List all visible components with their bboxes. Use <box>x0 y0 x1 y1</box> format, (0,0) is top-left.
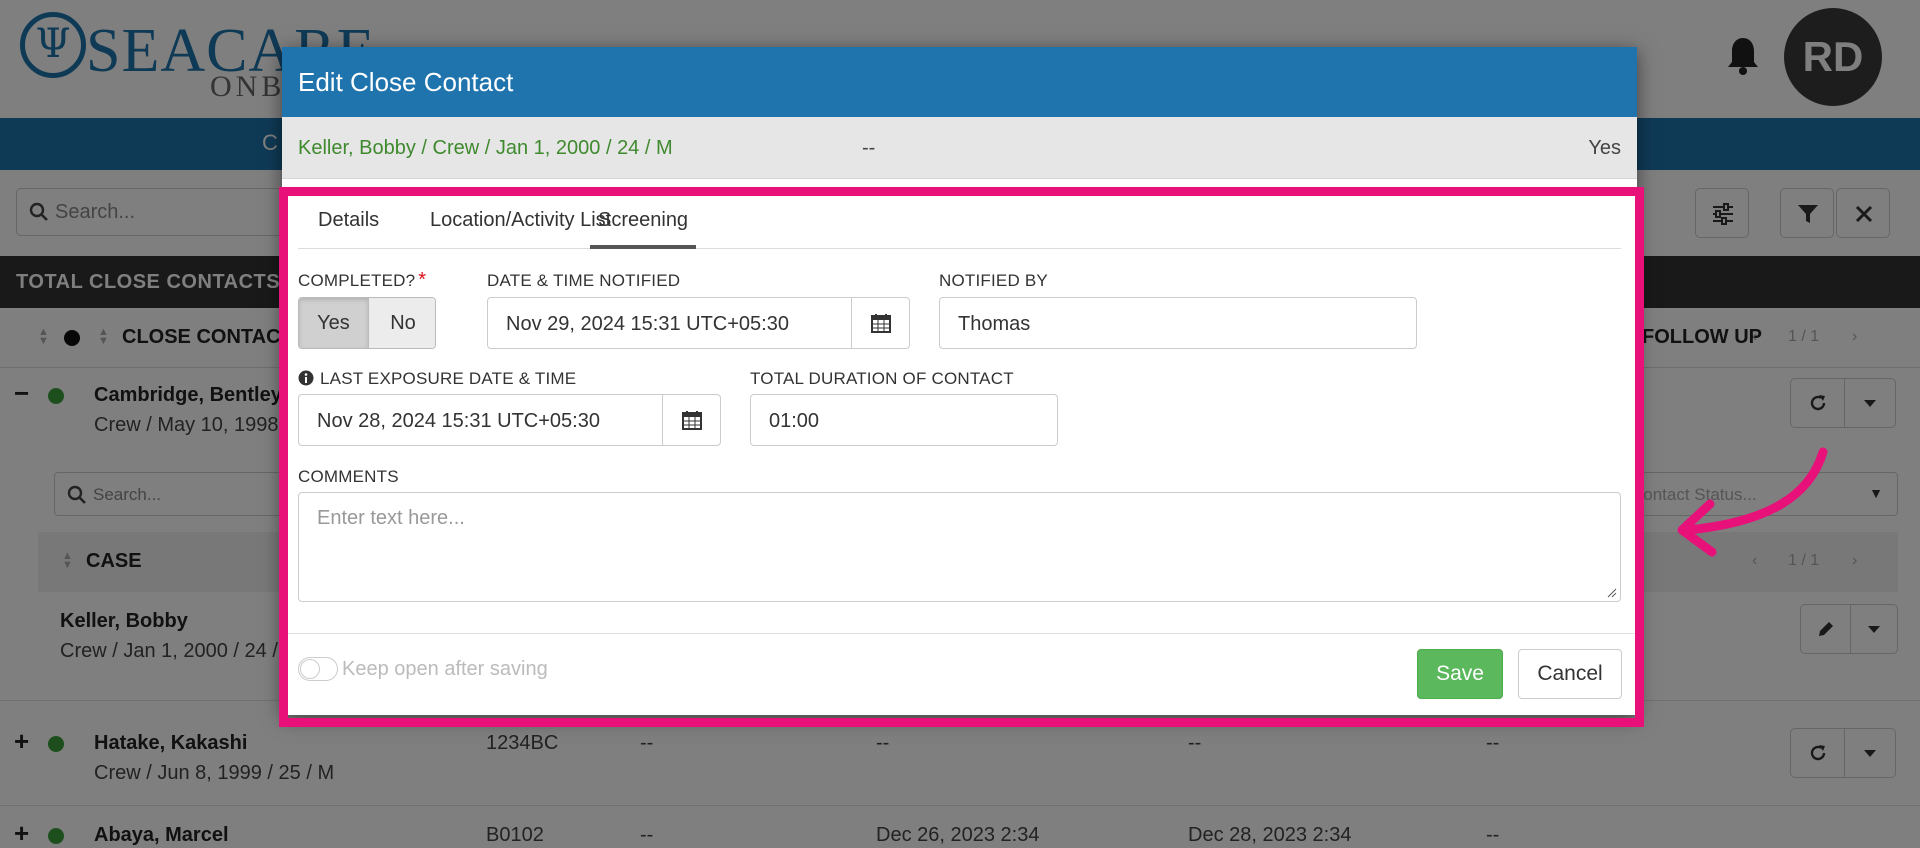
save-button[interactable]: Save <box>1417 649 1503 699</box>
completed-no-button[interactable]: No <box>369 298 435 348</box>
patient-flag: Yes <box>1588 137 1621 159</box>
comments-label: COMMENTS <box>298 467 399 486</box>
last-exposure-calendar-button[interactable] <box>662 395 720 445</box>
modal-header: Edit Close Contact <box>282 47 1637 117</box>
date-notified-field[interactable]: Nov 29, 2024 15:31 UTC+05:30 <box>487 297 910 349</box>
completed-label-text: COMPLETED? <box>298 271 416 290</box>
footer-divider <box>282 633 1637 634</box>
keep-open-label: Keep open after saving <box>342 658 548 680</box>
notified-by-input[interactable]: Thomas <box>939 297 1417 349</box>
patient-dash: -- <box>862 137 876 159</box>
toggle-knob <box>300 659 320 679</box>
duration-value: 01:00 <box>769 410 820 432</box>
tab-location-activity-list[interactable]: Location/Activity List <box>430 209 611 249</box>
completed-label: COMPLETED? * <box>298 269 426 292</box>
completed-yes-button[interactable]: Yes <box>299 298 369 348</box>
edit-close-contact-modal: Edit Close Contact Keller, Bobby / Crew … <box>282 47 1637 715</box>
modal-tabs: Details Location/Activity List Screening <box>298 195 1621 249</box>
date-notified-calendar-button[interactable] <box>851 298 909 348</box>
notified-by-value: Thomas <box>958 313 1031 335</box>
patient-summary-bar: Keller, Bobby / Crew / Jan 1, 2000 / 24 … <box>282 117 1637 179</box>
modal-title: Edit Close Contact <box>298 67 514 97</box>
keep-open-toggle[interactable] <box>298 657 338 681</box>
annotation-arrow-icon <box>1677 447 1828 557</box>
last-exposure-label-text: LAST EXPOSURE DATE & TIME <box>320 369 577 388</box>
comments-placeholder: Enter text here... <box>317 507 465 529</box>
last-exposure-field[interactable]: Nov 28, 2024 15:31 UTC+05:30 <box>298 394 721 446</box>
tab-screening[interactable]: Screening <box>590 209 697 249</box>
last-exposure-value: Nov 28, 2024 15:31 UTC+05:30 <box>317 410 600 432</box>
cancel-button[interactable]: Cancel <box>1518 649 1622 699</box>
date-notified-label: DATE & TIME NOTIFIED <box>487 271 681 290</box>
completed-toggle-group: Yes No <box>298 297 436 349</box>
resize-grip-icon[interactable] <box>1607 588 1617 598</box>
patient-info: Keller, Bobby / Crew / Jan 1, 2000 / 24 … <box>298 137 673 159</box>
tab-details[interactable]: Details <box>318 209 379 249</box>
required-mark: * <box>418 269 427 291</box>
calendar-icon <box>682 411 702 430</box>
calendar-icon <box>871 314 891 333</box>
last-exposure-label: LAST EXPOSURE DATE & TIME <box>298 369 576 389</box>
comments-textarea[interactable]: Enter text here... <box>298 492 1621 602</box>
date-notified-value: Nov 29, 2024 15:31 UTC+05:30 <box>506 313 789 335</box>
duration-input[interactable]: 01:00 <box>750 394 1058 446</box>
notified-by-label: NOTIFIED BY <box>939 271 1048 290</box>
info-icon[interactable] <box>298 370 314 386</box>
duration-label: TOTAL DURATION OF CONTACT <box>750 369 1014 388</box>
